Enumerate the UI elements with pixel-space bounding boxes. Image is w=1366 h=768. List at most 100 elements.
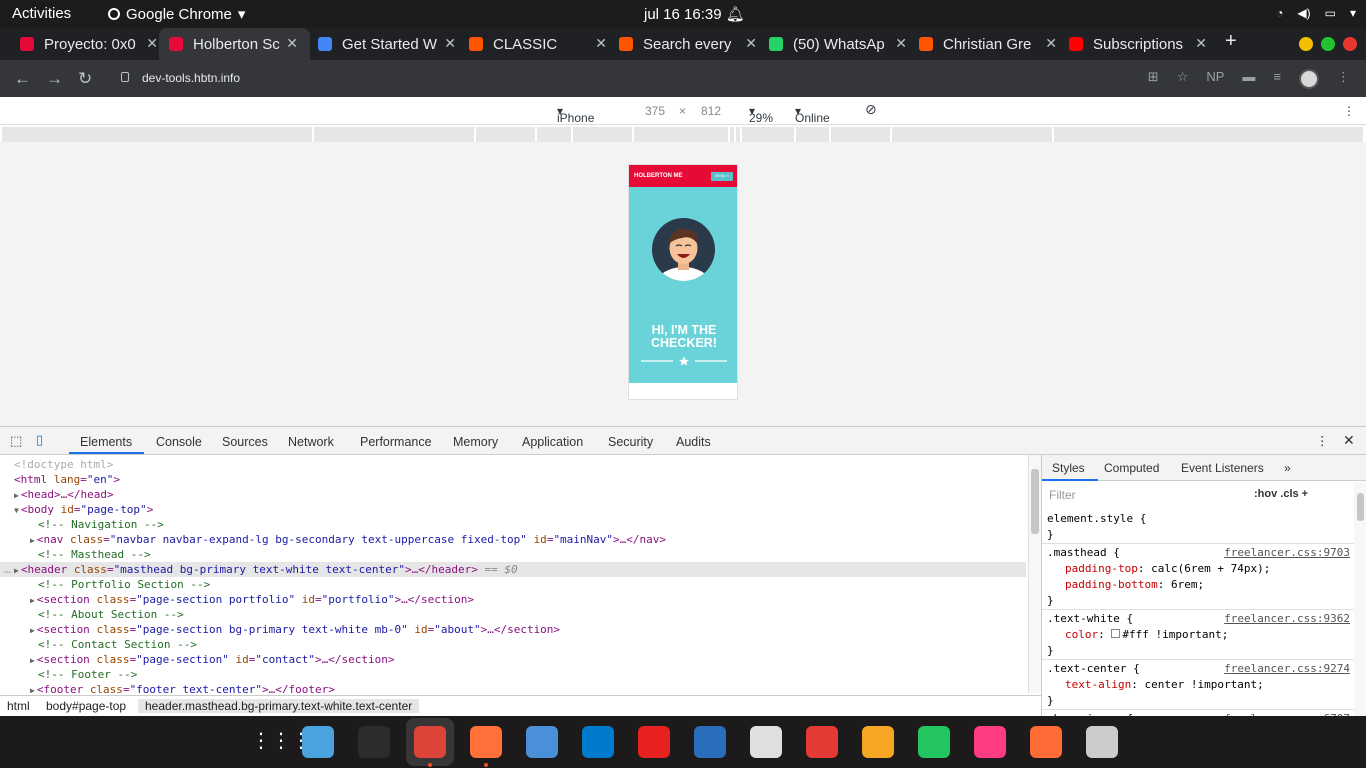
reload-icon[interactable]: ↻: [78, 69, 92, 89]
maximize-button[interactable]: [1321, 37, 1335, 51]
dom-node-line[interactable]: ▶ <section class="page-section portfolio"…: [30, 592, 474, 607]
dom-node-line[interactable]: <!-- Masthead -->: [38, 547, 151, 562]
browser-tab[interactable]: Christian Gre ✕: [919, 28, 1059, 60]
dom-node-line[interactable]: … ▶ <header class="masthead bg-primary tex…: [0, 562, 1026, 577]
devtools-tab-sources[interactable]: Sources: [222, 435, 268, 449]
browser-tab[interactable]: Holberton Sc ✕: [159, 28, 310, 60]
scroll-thumb[interactable]: [1031, 469, 1039, 534]
translate-icon[interactable]: ⊞: [1148, 69, 1159, 89]
devtools-tab-network[interactable]: Network: [288, 435, 334, 449]
close-devtools-icon[interactable]: ✕: [1343, 432, 1355, 449]
dom-node-line[interactable]: <!-- Contact Section -->: [38, 637, 197, 652]
media-icon[interactable]: ≡: [1273, 69, 1281, 89]
devtools-tab-elements[interactable]: Elements: [80, 435, 132, 449]
zoom-select[interactable]: 29% ▾: [749, 104, 773, 125]
np-extension-button[interactable]: NP: [1206, 69, 1224, 89]
dock-files-icon[interactable]: [302, 726, 334, 758]
dom-node-line[interactable]: <html lang="en">: [14, 472, 120, 487]
menu-kebab-icon[interactable]: ⋮: [1337, 69, 1350, 89]
devtools-tab-performance[interactable]: Performance: [360, 435, 432, 449]
tab-close-icon[interactable]: ✕: [1045, 35, 1057, 52]
browser-tab[interactable]: Subscriptions ✕: [1069, 28, 1209, 60]
browser-tab[interactable]: Get Started W ✕: [318, 28, 458, 60]
dom-node-line[interactable]: ▶ <footer class="footer text-center">…</f…: [30, 682, 335, 693]
devtools-tab-security[interactable]: Security: [608, 435, 653, 449]
bookmark-star-icon[interactable]: ☆: [1177, 69, 1189, 89]
tab-event-listeners[interactable]: Event Listeners: [1181, 461, 1264, 475]
app-menu[interactable]: Google Chrome ▾: [108, 5, 245, 23]
dom-node-line[interactable]: <!-- Portfolio Section -->: [38, 577, 210, 592]
dock-trash-icon[interactable]: [1086, 726, 1118, 758]
elements-scrollbar[interactable]: [1028, 455, 1041, 693]
browser-tab[interactable]: Proyecto: 0x0 ✕: [20, 28, 160, 60]
tab-styles[interactable]: Styles: [1052, 461, 1085, 475]
devtools-tab-memory[interactable]: Memory: [453, 435, 498, 449]
dom-node-line[interactable]: ▶ <section class="page-section" id="conta…: [30, 652, 395, 667]
breadcrumb-body[interactable]: body#page-top: [46, 699, 126, 713]
network-throttle-select[interactable]: Online ▾: [795, 104, 830, 125]
dock-notes-icon[interactable]: [1030, 726, 1062, 758]
dom-node-line[interactable]: ▶ <section class="page-section bg-primary…: [30, 622, 560, 637]
dom-node-line[interactable]: <!doctype html>: [14, 457, 113, 472]
tab-close-icon[interactable]: ✕: [1195, 35, 1207, 52]
forward-icon[interactable]: →: [46, 69, 63, 89]
devtools-tab-application[interactable]: Application: [522, 435, 583, 449]
breadcrumb-html[interactable]: html: [7, 699, 30, 713]
rotate-icon[interactable]: ⊘: [865, 101, 877, 118]
styles-filter-options[interactable]: :hov .cls +: [1254, 488, 1308, 500]
tab-close-icon[interactable]: ✕: [745, 35, 757, 52]
dock-vscode-icon[interactable]: [582, 726, 614, 758]
dock-help-icon[interactable]: [806, 726, 838, 758]
dock-installer-icon[interactable]: [750, 726, 782, 758]
browser-tab[interactable]: CLASSIC ✕: [469, 28, 609, 60]
device-toggle-icon[interactable]: ▯: [36, 432, 43, 448]
back-icon[interactable]: ←: [14, 69, 31, 89]
devtools-menu-icon[interactable]: ⋮: [1316, 433, 1329, 448]
dock-chrome-icon[interactable]: [414, 726, 446, 758]
dock-writer-icon[interactable]: [694, 726, 726, 758]
css-rule[interactable]: .text-white {freelancer.css:9362 color: #…: [1042, 611, 1354, 660]
profile-avatar[interactable]: [1299, 69, 1319, 89]
activities-button[interactable]: Activities: [12, 5, 71, 22]
tab-close-icon[interactable]: ✕: [146, 35, 158, 52]
browser-tab[interactable]: Search every ✕: [619, 28, 759, 60]
dock-firefox-icon[interactable]: [470, 726, 502, 758]
dock-thunderbird-icon[interactable]: [526, 726, 558, 758]
system-tray[interactable]: ◔ ◀) ▭ ▾: [1276, 6, 1356, 20]
dom-node-line[interactable]: ▶ <head>…</head>: [14, 487, 114, 502]
device-select[interactable]: iPhone X ▾: [557, 104, 594, 139]
media-query-bar[interactable]: [2, 127, 1363, 142]
dom-node-line[interactable]: ▼ <body id="page-top">: [14, 502, 153, 517]
dom-node-line[interactable]: <!-- About Section -->: [38, 607, 184, 622]
extension-icon[interactable]: ▬: [1242, 69, 1255, 89]
tab-close-icon[interactable]: ✕: [286, 35, 298, 52]
dock-terminal-icon[interactable]: [358, 726, 390, 758]
inspect-element-icon[interactable]: ⬚: [10, 433, 22, 449]
tab-close-icon[interactable]: ✕: [595, 35, 607, 52]
breadcrumb-header[interactable]: header.masthead.bg-primary.text-white.te…: [138, 699, 420, 713]
phone-preview[interactable]: HOLBERTON ME MENU ≡ HI, I'M THE CHECKER!: [628, 164, 738, 400]
dock-amazon-icon[interactable]: [862, 726, 894, 758]
address-bar[interactable]: dev-tools.hbtn.info: [142, 71, 240, 85]
tab-close-icon[interactable]: ✕: [444, 35, 456, 52]
dom-node-line[interactable]: <!-- Navigation -->: [38, 517, 164, 532]
devtools-tab-console[interactable]: Console: [156, 435, 202, 449]
styles-scrollbar[interactable]: [1354, 483, 1366, 717]
dom-node-line[interactable]: <!-- Footer -->: [38, 667, 137, 682]
dock-updater-icon[interactable]: [918, 726, 950, 758]
minimize-button[interactable]: [1299, 37, 1313, 51]
height-input[interactable]: 812: [701, 104, 721, 118]
browser-tab[interactable]: (50) WhatsAp ✕: [769, 28, 909, 60]
clock[interactable]: jul 16 16:39 🔔︎: [644, 5, 745, 23]
new-tab-button[interactable]: +: [1225, 30, 1237, 53]
styles-filter-input[interactable]: Filter: [1045, 485, 1243, 505]
width-input[interactable]: 375: [645, 104, 665, 118]
css-rule[interactable]: .masthead {freelancer.css:9703 padding-to…: [1042, 545, 1354, 610]
css-rule[interactable]: .text-center {freelancer.css:9274 text-al…: [1042, 661, 1354, 710]
lock-icon[interactable]: [121, 72, 129, 82]
close-window-button[interactable]: [1343, 37, 1357, 51]
devtools-tab-audits[interactable]: Audits: [676, 435, 711, 449]
css-rule[interactable]: element.style {}: [1042, 511, 1354, 544]
site-menu-button[interactable]: MENU ≡: [711, 172, 733, 181]
styles-scroll-thumb[interactable]: [1357, 493, 1364, 521]
